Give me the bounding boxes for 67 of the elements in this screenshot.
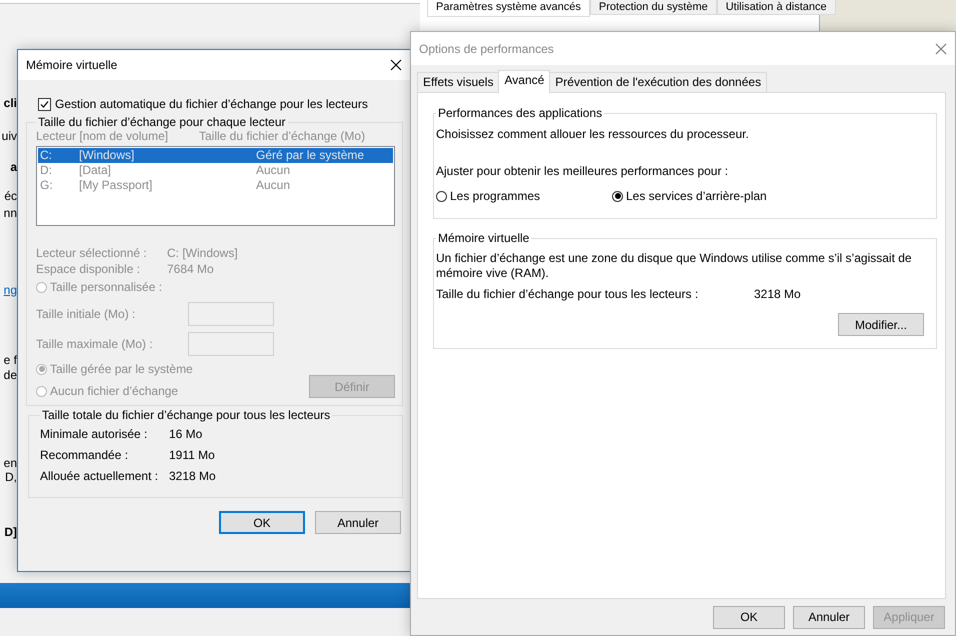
- cut-text: cli: [4, 96, 17, 110]
- cut-text: D]: [4, 525, 17, 539]
- info-value: C: [Windows]: [167, 245, 238, 261]
- tab[interactable]: Utilisation à distance: [716, 0, 836, 15]
- group-title: Performances des applications: [437, 106, 604, 120]
- cut-text: nn: [4, 206, 17, 220]
- radio-label[interactable]: Les programmes: [450, 189, 540, 203]
- tab[interactable]: Avancé: [498, 70, 550, 93]
- link[interactable]: ng: [4, 283, 17, 297]
- window-title: Mémoire virtuelle: [26, 58, 118, 72]
- total-value: 16 Mo: [169, 426, 202, 443]
- size-value: 3218 Mo: [754, 287, 801, 301]
- drive-letter: G:: [39, 178, 54, 193]
- total-label: Minimale autorisée :: [40, 426, 148, 443]
- cut-text: a: [10, 160, 17, 174]
- tab[interactable]: Prévention de l'exécution des données: [549, 72, 768, 93]
- description-text: Choisissez comment allouer les ressources du processeur.: [436, 126, 750, 142]
- field-label: Taille initiale (Mo) :: [36, 307, 136, 321]
- prompt-text: Ajuster pour obtenir les meilleures performances pour :: [436, 163, 730, 179]
- cut-text: e f: [4, 353, 17, 367]
- column-header: Taille du fichier d’échange (Mo): [199, 129, 366, 143]
- info-label: Lecteur sélectionné :: [36, 245, 148, 261]
- group-title: Taille du fichier d’échange pour chaque lecteur: [37, 115, 286, 129]
- cut-text: éc: [4, 189, 17, 203]
- tab[interactable]: Effets visuels: [417, 72, 500, 93]
- ok-button[interactable]: OK: [713, 606, 785, 628]
- cut-text: D,: [5, 470, 17, 484]
- drive-letter: D:: [39, 163, 53, 178]
- total-label: Recommandée :: [40, 447, 130, 464]
- info-label: Espace disponible :: [36, 261, 142, 277]
- paging-size: Géré par le système: [255, 148, 366, 163]
- group-title: Mémoire virtuelle: [437, 231, 530, 245]
- ok-button[interactable]: OK: [219, 511, 305, 534]
- total-value: 3218 Mo: [169, 468, 216, 485]
- checkbox-label[interactable]: Gestion automatique du fichier d’échange pour les lecteurs: [55, 97, 368, 111]
- radio-button[interactable]: [612, 190, 623, 202]
- tab[interactable]: Paramètres système avancés: [427, 0, 590, 17]
- radio-button[interactable]: [36, 282, 47, 292]
- close-icon[interactable]: [390, 59, 402, 71]
- drive-row[interactable]: C: [Windows] Géré par le système: [38, 148, 393, 163]
- paging-size: Aucun: [255, 163, 292, 178]
- tab[interactable]: Protection du système: [590, 0, 717, 15]
- radio-button[interactable]: [36, 386, 47, 396]
- radio-button[interactable]: [36, 364, 47, 374]
- volume-name: [My Passport]: [78, 178, 154, 193]
- total-label: Allouée actuellement :: [40, 468, 160, 485]
- cut-text: en: [4, 456, 17, 470]
- paging-size: Aucun: [255, 178, 292, 193]
- radio-button[interactable]: [436, 190, 447, 202]
- field-label: Taille maximale (Mo) :: [36, 337, 154, 351]
- modify-button[interactable]: Modifier...: [838, 313, 924, 336]
- group-title: Taille totale du fichier d’échange pour tous les lecteurs: [41, 408, 332, 422]
- drive-letter: C:: [39, 148, 53, 163]
- volume-name: [Data]: [78, 163, 112, 178]
- radio-label[interactable]: Les services d’arrière-plan: [626, 189, 767, 203]
- cancel-button[interactable]: Annuler: [793, 606, 865, 628]
- info-value: 7684 Mo: [167, 261, 214, 277]
- window-title: Options de performances: [419, 42, 554, 56]
- size-label: Taille du fichier d’échange pour tous les lecteurs :: [436, 287, 700, 301]
- cut-text: uiv: [2, 129, 17, 143]
- cancel-button[interactable]: Annuler: [315, 511, 401, 534]
- cut-text: de: [4, 368, 17, 382]
- checkbox[interactable]: [38, 98, 51, 110]
- column-header: Lecteur [nom de volume]: [36, 129, 170, 143]
- total-value: 1911 Mo: [169, 447, 215, 464]
- volume-name: [Windows]: [78, 148, 136, 163]
- description-text: Un fichier d’échange est une zone du disque que Windows utilise comme s’il s’agissait de mémoire vive (RAM).: [436, 251, 913, 281]
